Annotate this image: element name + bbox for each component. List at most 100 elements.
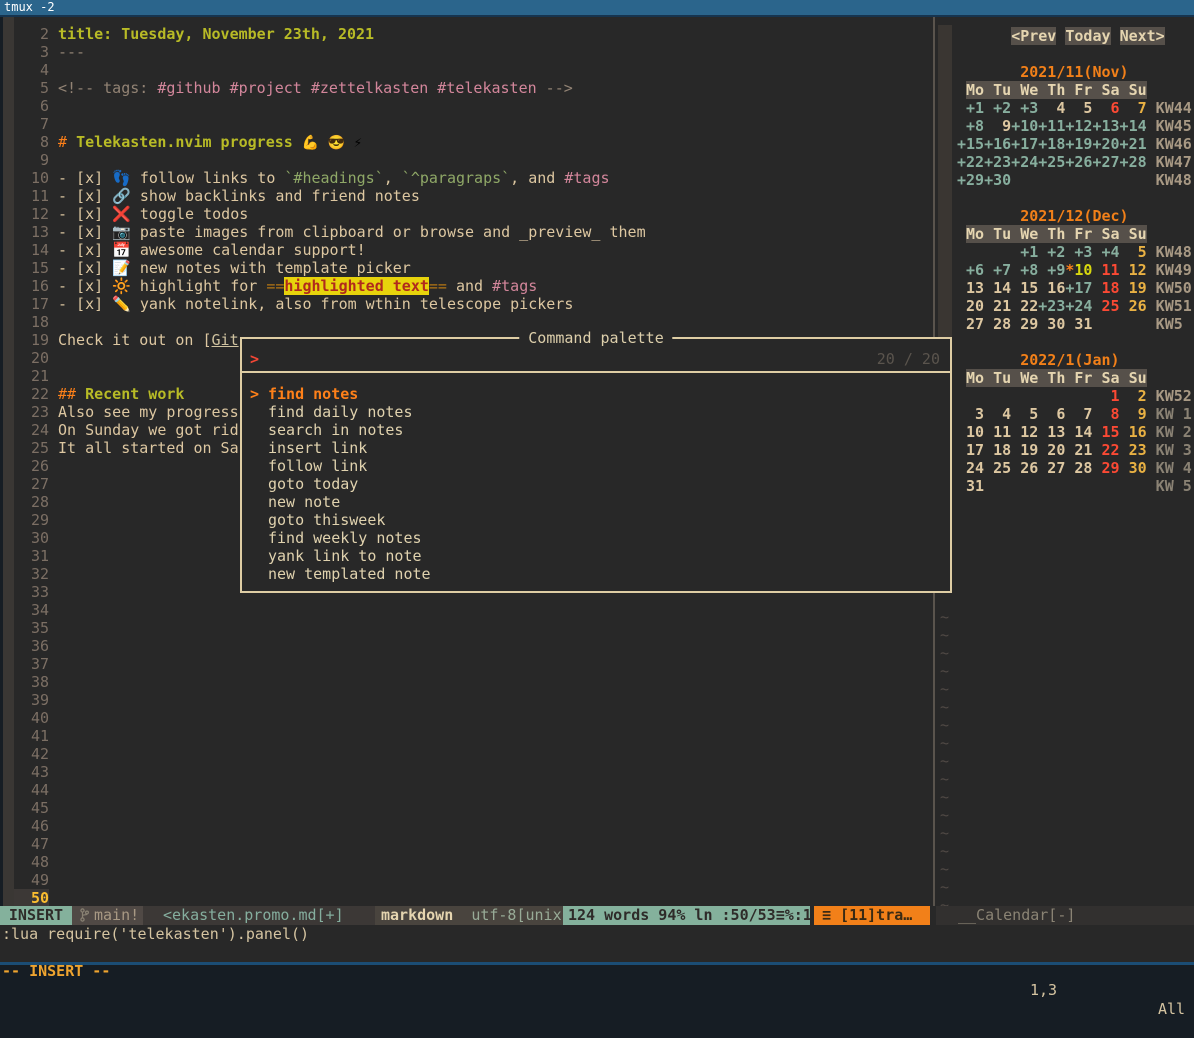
calendar-week-number: KW47 [1147,153,1192,171]
scrollbar[interactable] [938,25,952,337]
line-segment: `#headings` [284,169,383,187]
calendar-week-row[interactable]: 10 11 12 13 14 15 16 KW 2 [957,423,1192,441]
calendar-days: 10 11 12 13 14 [957,423,1092,441]
calendar-prev-button[interactable]: <Prev [1011,27,1056,45]
palette-item[interactable]: >find notes [242,385,950,403]
buffer-line[interactable]: 38 [0,673,933,691]
buffer-line[interactable]: 45 [0,799,933,817]
line-text: - [x] ✏️ yank notelink, also from wthin … [58,295,573,313]
buffer-line[interactable]: 34 [0,601,933,619]
calendar-days: 5 [1120,243,1147,261]
buffer-line[interactable]: 47 [0,835,933,853]
buffer-line[interactable]: 2 title: Tuesday, November 23th, 2021 [0,25,933,43]
buffer-line[interactable]: 40 [0,709,933,727]
calendar-week-row[interactable]: 20 21 22+23+24 25 26 KW51 [957,297,1192,315]
calendar-week-row[interactable]: +8 9+10+11+12+13+14 KW45 [957,117,1192,135]
empty-line-tilde: ~ [940,680,949,698]
buffer-line[interactable]: 48 [0,853,933,871]
buffer-tab-segment[interactable]: ≡ [11]tra… [814,906,930,925]
calendar-week-number: KW5 [1147,315,1183,333]
calendar-days: 9 [1120,405,1147,423]
calendar-week-row[interactable]: +1 +2 +3 +4 5 KW48 [957,243,1192,261]
line-segment: Recent work [85,385,184,403]
palette-item-label: yank link to note [268,547,422,565]
calendar-week-row[interactable]: 31 KW 5 [957,477,1192,495]
calendar-week-number: KW48 [1147,171,1192,189]
line-number: 8 [14,133,49,151]
line-segment: On Sunday we got rid [58,421,239,439]
buffer-line[interactable]: 50 [0,889,933,907]
calendar-week-row[interactable]: +1 +2 +3 4 5 6 7 KW44 [957,99,1192,117]
palette-item[interactable]: goto thisweek [242,511,950,529]
buffer-line[interactable]: 5<!-- tags: #github #project #zettelkast… [0,79,933,97]
buffer-line[interactable]: 6 [0,97,933,115]
buffer-line[interactable]: 44 [0,781,933,799]
palette-item[interactable]: goto today [242,475,950,493]
palette-item-label: find daily notes [268,403,413,421]
buffer-line[interactable]: 36 [0,637,933,655]
buffer-line[interactable]: 18 [0,313,933,331]
buffer-line[interactable]: 49 [0,871,933,889]
palette-item[interactable]: yank link to note [242,547,950,565]
line-segment: #tags [564,169,609,187]
line-number: 16 [14,277,49,295]
line-number: 2 [14,25,49,43]
calendar-week-row[interactable]: 13 14 15 16+17 18 19 KW50 [957,279,1192,297]
line-number: 35 [14,619,49,637]
buffer-line[interactable]: 42 [0,745,933,763]
command-line[interactable]: :lua require('telekasten').panel() [2,925,309,943]
calendar-week-row[interactable]: +22+23+24+25+26+27+28 KW47 [957,153,1192,171]
palette-item[interactable]: follow link [242,457,950,475]
buffer-line[interactable]: 46 [0,817,933,835]
line-segment: title: Tuesday, November 23th, 2021 [58,25,374,43]
buffer-line[interactable]: 10- [x] 👣 follow links to `#headings`, `… [0,169,933,187]
calendar-days: 29 [1092,459,1119,477]
calendar-week-number: KW51 [1147,297,1192,315]
buffer-line[interactable]: 11- [x] 🔗 show backlinks and friend note… [0,187,933,205]
scroll-position: All [1158,1000,1185,1019]
calendar-week-row[interactable]: 27 28 29 30 31 KW5 [957,315,1183,333]
line-number: 11 [14,187,49,205]
palette-item[interactable]: find daily notes [242,403,950,421]
palette-item[interactable]: search in notes [242,421,950,439]
line-number: 40 [14,709,49,727]
calendar-days: 3 4 5 6 7 [957,405,1092,423]
buffer-line[interactable]: 13- [x] 📷 paste images from clipboard or… [0,223,933,241]
buffer-line[interactable]: 41 [0,727,933,745]
buffer-line[interactable]: 14- [x] 📅 awesome calendar support! [0,241,933,259]
palette-item[interactable]: insert link [242,439,950,457]
buffer-line[interactable]: 3--- [0,43,933,61]
palette-prompt[interactable]: > [250,350,259,368]
buffer-line[interactable]: 37 [0,655,933,673]
calendar-week-row[interactable]: +6 +7 +8 +9*10 11 12 KW49 [957,261,1192,279]
buffer-line[interactable]: 43 [0,763,933,781]
line-segment: Telekasten.nvim progress [76,133,302,151]
line-segment: <!-- tags: [58,79,157,97]
buffer-line[interactable]: 9 [0,151,933,169]
palette-item[interactable]: new templated note [242,565,950,583]
calendar-today-button[interactable]: Today [1065,27,1110,45]
empty-line-tilde: ~ [940,806,949,824]
calendar-next-button[interactable]: Next> [1120,27,1165,45]
buffer-line[interactable]: 7 [0,115,933,133]
calendar-week-row[interactable]: 17 18 19 20 21 22 23 KW 3 [957,441,1192,459]
calendar-week-row[interactable]: 1 2 KW52 [957,387,1192,405]
buffer-line[interactable]: 39 [0,691,933,709]
line-number: 14 [14,241,49,259]
palette-item[interactable]: find weekly notes [242,529,950,547]
buffer-line[interactable]: 15- [x] 📝 new notes with template picker [0,259,933,277]
buffer-line[interactable]: 16- [x] 🔆 highlight for ==highlighted te… [0,277,933,295]
calendar-week-row[interactable]: 24 25 26 27 28 29 30 KW 4 [957,459,1192,477]
buffer-line[interactable]: 8# Telekasten.nvim progress 💪 😎 ⚡ [0,133,933,151]
palette-item[interactable]: new note [242,493,950,511]
buffer-line[interactable]: 17- [x] ✏️ yank notelink, also from wthi… [0,295,933,313]
calendar-nav: <Prev Today Next> [957,27,1165,45]
buffer-line[interactable]: 35 [0,619,933,637]
month-title: 2022/1(Jan) [1020,351,1119,369]
stats-segment: 124 words 94% ln :50/53≡%:1 [563,906,810,925]
buffer-line[interactable]: 4 [0,61,933,79]
calendar-week-row[interactable]: 3 4 5 6 7 8 9 KW 1 [957,405,1192,423]
buffer-line[interactable]: 12- [x] ❌ toggle todos [0,205,933,223]
calendar-week-row[interactable]: +29+30 KW48 [957,171,1192,189]
calendar-week-row[interactable]: +15+16+17+18+19+20+21 KW46 [957,135,1192,153]
